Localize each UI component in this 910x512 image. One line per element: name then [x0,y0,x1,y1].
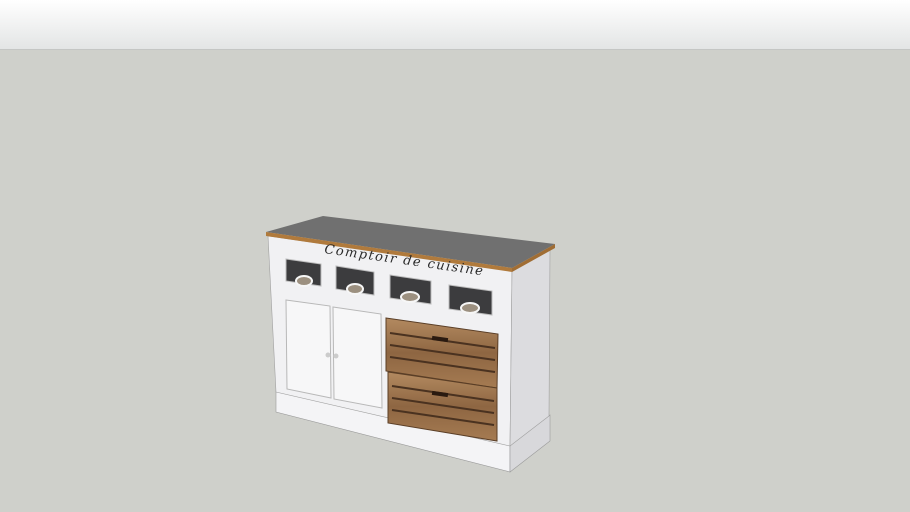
cabinet-side [509,248,551,447]
drawer-handle-icon [400,291,420,303]
drawer-handle-icon [295,275,313,287]
door-knob-icon [325,352,331,358]
door-knob-icon [333,353,339,359]
door-left[interactable] [285,299,332,399]
drawer-handle-icon [346,283,364,295]
cabinet-model[interactable]: Comptoir de cuisine [0,0,910,512]
door-right[interactable] [332,306,383,409]
drawer-handle-icon [460,302,480,314]
